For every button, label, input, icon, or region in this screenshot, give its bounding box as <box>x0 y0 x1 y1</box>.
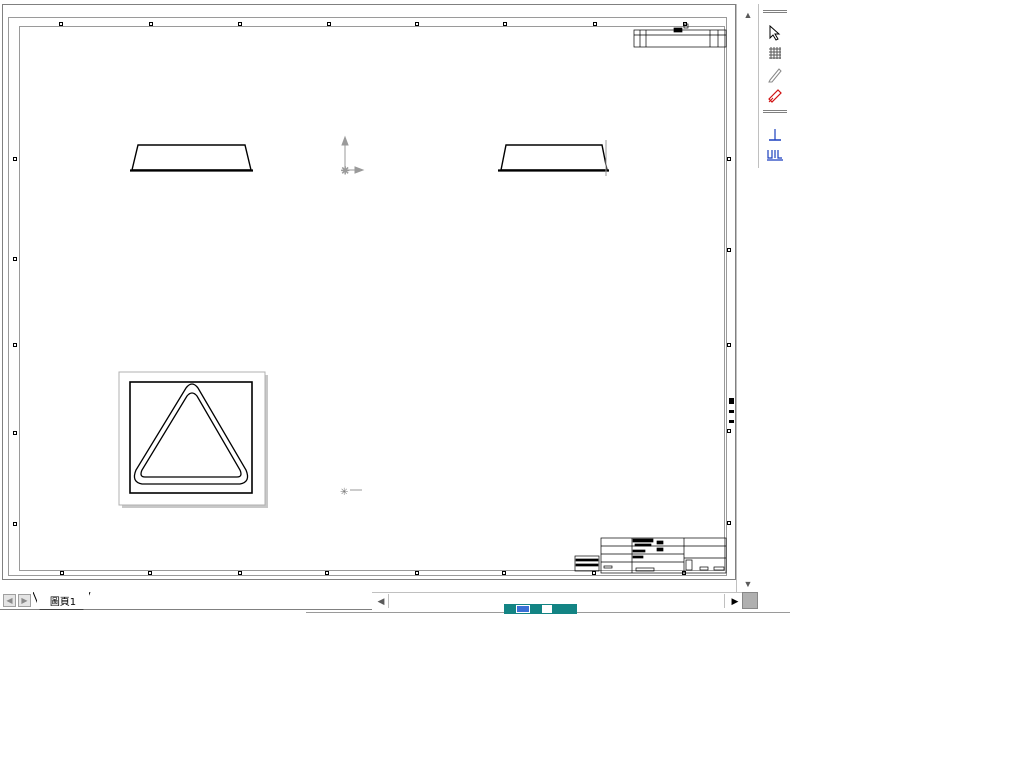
sheet-tab-strip: ◀ ▶ 圖頁1 <box>0 592 372 610</box>
taskbar-app-icon[interactable] <box>516 605 530 613</box>
tool-palette <box>758 4 790 168</box>
scroll-up-icon[interactable]: ▲ <box>740 8 756 22</box>
palette-separator <box>763 110 787 113</box>
revision-table <box>633 23 727 48</box>
scroll-left-icon[interactable]: ◀ <box>373 594 389 608</box>
sheet-edge-marker <box>729 398 734 423</box>
vertical-scrollbar[interactable]: ▲ ▼ <box>736 4 758 593</box>
grid-icon[interactable] <box>765 44 785 62</box>
origin-point-icon: ✳ <box>340 487 362 498</box>
scroll-right-icon[interactable]: ▶ <box>727 594 743 608</box>
title-block <box>574 537 727 574</box>
tab-prev-icon[interactable]: ◀ <box>3 594 16 607</box>
sketch-pencil-icon[interactable] <box>765 66 785 84</box>
taskbar-app-icon[interactable] <box>542 605 552 613</box>
surface-finish-icon[interactable] <box>765 146 785 164</box>
scrollbar-divider <box>388 594 389 608</box>
select-arrow-icon[interactable] <box>765 24 785 42</box>
datum-icon[interactable] <box>765 126 785 144</box>
front-view[interactable] <box>130 144 253 172</box>
top-view[interactable] <box>118 371 268 508</box>
tab-next-icon[interactable]: ▶ <box>18 594 31 607</box>
smart-dimension-icon[interactable] <box>765 86 785 104</box>
taskbar-fragment <box>504 604 577 614</box>
svg-text:✳: ✳ <box>341 166 349 177</box>
scrollbar-divider <box>724 594 725 608</box>
origin-axis-icon: ✳ <box>341 135 365 178</box>
right-view[interactable] <box>498 140 609 176</box>
svg-text:✳: ✳ <box>340 487 348 498</box>
tab-sheet1[interactable]: 圖頁1 <box>37 592 89 609</box>
scrollbar-corner <box>742 592 758 609</box>
scroll-down-icon[interactable]: ▼ <box>740 577 756 591</box>
palette-separator <box>763 10 787 13</box>
drawing-views: ✳ ✳ <box>118 23 734 574</box>
